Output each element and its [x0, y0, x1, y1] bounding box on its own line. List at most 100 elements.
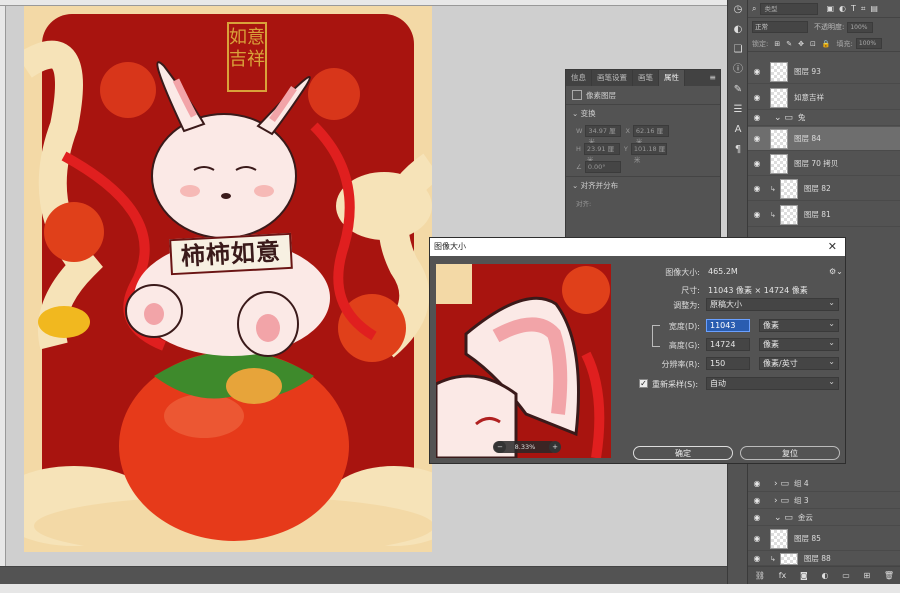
layer-row[interactable]: ◉ 图层 93 — [748, 60, 900, 84]
opacity-field[interactable]: 100% — [847, 21, 874, 33]
properties-icon[interactable]: ☰ — [728, 100, 748, 120]
height-unit-select[interactable]: 像素 — [759, 337, 839, 351]
eye-icon[interactable]: ◉ — [748, 67, 766, 76]
artwork-canvas[interactable]: 如意吉祥 柿柿如意 — [24, 6, 432, 552]
adjustment-layer-icon[interactable]: ◐ — [822, 571, 829, 580]
tab-info[interactable]: 信息 — [566, 70, 592, 86]
layer-group-row[interactable]: ◉ › ▭ 组 3 — [748, 493, 900, 509]
align-section-header[interactable]: ⌄ 对齐并分布 — [566, 176, 720, 194]
panel-menu-icon[interactable]: ≡ — [705, 70, 720, 86]
layer-row[interactable]: ◉ ↳ 图层 81 — [748, 203, 900, 227]
image-size-dialog: 图像大小 ✕ 8.33% − + 图像大小: 465.2M ⚙⌄ 尺寸: 110… — [429, 237, 846, 464]
status-bar — [0, 566, 727, 584]
layer-row[interactable]: ◉ 图层 85 — [748, 527, 900, 551]
new-group-icon[interactable]: ▭ — [842, 571, 850, 580]
layer-row-selected[interactable]: ◉ 图层 84 — [748, 127, 900, 151]
image-size-label: 图像大小: — [665, 268, 700, 277]
brush-settings-icon[interactable]: ✎ — [728, 80, 748, 100]
folder-icon: ⌄ ▭ — [774, 512, 793, 523]
panel-tab-bar: 信息 画笔设置 画笔 属性 ≡ — [566, 70, 720, 86]
tab-properties[interactable]: 属性 — [659, 70, 685, 86]
transform-section-header[interactable]: ⌄ 变换 — [566, 104, 720, 122]
eye-icon[interactable]: ◉ — [748, 210, 766, 219]
folder-icon: › ▭ — [774, 478, 789, 489]
character-icon[interactable]: A — [728, 120, 748, 140]
layer-row[interactable]: ◉ 图层 70 拷贝 — [748, 152, 900, 176]
image-preview[interactable]: 8.33% − + — [436, 264, 611, 458]
eye-icon[interactable]: ◉ — [748, 134, 766, 143]
group-name: 组 4 — [793, 479, 809, 488]
layers-icon[interactable]: ❏ — [728, 40, 748, 60]
resolution-field[interactable]: 150 — [706, 357, 750, 370]
gear-icon[interactable]: ⚙⌄ — [829, 267, 843, 276]
width-field[interactable]: 11043 — [706, 319, 750, 332]
zoom-out-icon[interactable]: − — [494, 441, 506, 453]
x-label: X — [625, 127, 630, 135]
adjustments-icon[interactable]: ◐ — [728, 20, 748, 40]
w-field[interactable]: 34.97 厘米 — [585, 125, 622, 146]
resolution-unit-select[interactable]: 像素/英寸 — [759, 356, 839, 370]
layer-thumbnail — [770, 87, 788, 108]
mask-icon[interactable]: ◙ — [800, 571, 808, 580]
close-icon[interactable]: ✕ — [828, 238, 837, 256]
layer-group-row[interactable]: ◉ ⌄ ▭ 金云 — [748, 510, 900, 526]
ok-button[interactable]: 确定 — [633, 446, 733, 460]
clipping-mask-icon: ↳ — [770, 554, 776, 563]
align-row: 对齐: — [566, 194, 720, 212]
history-icon[interactable]: ◷ — [728, 0, 748, 20]
layer-row[interactable]: ◉ ↳ 图层 82 — [748, 177, 900, 201]
zoom-in-icon[interactable]: + — [549, 441, 561, 453]
eye-icon[interactable]: ◉ — [748, 513, 766, 522]
fit-to-select[interactable]: 原稿大小 — [706, 297, 839, 311]
fill-field[interactable]: 100% — [855, 38, 882, 49]
y-field[interactable]: 101.18 厘米 — [630, 143, 667, 164]
layer-name: 图层 88 — [803, 554, 831, 563]
layer-type-row: 像素图层 — [566, 86, 720, 104]
tab-brush-settings[interactable]: 画笔设置 — [592, 70, 633, 86]
eye-icon[interactable]: ◉ — [748, 93, 766, 102]
paragraph-icon[interactable]: ¶ — [728, 140, 748, 160]
eye-icon[interactable]: ◉ — [748, 113, 766, 122]
eye-icon[interactable]: ◉ — [748, 554, 766, 563]
layer-group-row[interactable]: ◉ ⌄ ▭ 兔 — [748, 110, 900, 126]
blend-mode-select[interactable]: 正常 — [752, 21, 808, 33]
new-layer-icon[interactable]: ⊞ — [863, 571, 870, 580]
dimensions-value[interactable]: 11043 像素 × 14724 像素 — [708, 285, 808, 296]
layer-group-row[interactable]: ◉ › ▭ 组 4 — [748, 476, 900, 492]
layer-thumbnail — [770, 128, 788, 149]
width-unit-select[interactable]: 像素 — [759, 318, 839, 332]
resample-select[interactable]: 自动 — [706, 376, 839, 390]
eye-icon[interactable]: ◉ — [748, 159, 766, 168]
layer-name: 图层 84 — [794, 134, 821, 143]
eye-icon[interactable]: ◉ — [748, 534, 766, 543]
chevron-down-icon: ⌄ — [572, 181, 581, 190]
tab-brushes[interactable]: 画笔 — [633, 70, 659, 86]
lock-icons[interactable]: ⊞✎✥⊡🔒 — [774, 40, 836, 48]
trash-icon[interactable]: 🗑 — [884, 571, 894, 580]
align-section-title: 对齐并分布 — [580, 181, 619, 190]
link-icon[interactable]: ⛓ — [755, 571, 765, 580]
reset-button[interactable]: 复位 — [740, 446, 840, 460]
info-icon[interactable]: ⓘ — [728, 60, 748, 80]
eye-icon[interactable]: ◉ — [748, 479, 766, 488]
height-field[interactable]: 14724 — [706, 338, 750, 351]
x-field[interactable]: 62.16 厘米 — [632, 125, 669, 146]
angle-field[interactable]: 0.00° — [584, 161, 621, 173]
layer-row[interactable]: ◉ 如意吉祥 — [748, 86, 900, 110]
preview-illustration — [436, 264, 611, 458]
filter-icons[interactable]: ▣◐T⌗▤ — [826, 4, 883, 14]
blend-row: 正常 不透明度: 100% — [748, 18, 900, 36]
search-icon: ⌕ — [752, 3, 757, 13]
layer-row[interactable]: ◉ ↳ 图层 88 — [748, 552, 900, 566]
eye-icon[interactable]: ◉ — [748, 184, 766, 193]
resample-checkbox[interactable]: ✓ — [639, 379, 648, 388]
layer-filter-input[interactable]: 类型 — [760, 2, 819, 15]
fx-icon[interactable]: fx — [779, 571, 787, 580]
dialog-title-bar[interactable]: 图像大小 ✕ — [430, 238, 845, 256]
h-field[interactable]: 23.91 厘米 — [583, 143, 620, 164]
align-label: 对齐: — [576, 200, 592, 208]
taskbar-strip — [0, 584, 900, 593]
eye-icon[interactable]: ◉ — [748, 496, 766, 505]
height-label: 高度(G): — [668, 341, 700, 350]
dialog-title: 图像大小 — [434, 242, 466, 251]
